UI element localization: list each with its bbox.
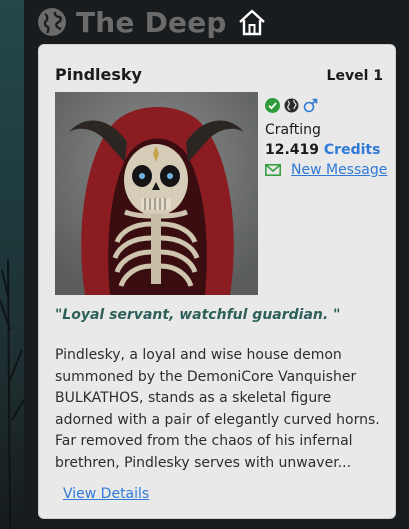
new-message-row: New Message	[265, 162, 395, 178]
character-name[interactable]: Pindlesky	[55, 65, 142, 84]
status-icons	[265, 96, 395, 114]
check-circle-icon	[265, 97, 280, 113]
character-card: Pindlesky Level 1 Crafting 12.419 Credit…	[38, 44, 396, 519]
character-description: Pindlesky, a loyal and wise house demon …	[55, 347, 380, 471]
credits-label[interactable]: Credits	[324, 142, 381, 158]
credits-display: 12.419 Credits	[265, 142, 395, 158]
home-icon[interactable]	[237, 7, 267, 37]
app-title: The Deep	[76, 5, 227, 39]
credits-amount: 12.419	[265, 142, 320, 158]
envelope-icon[interactable]	[265, 164, 281, 176]
activity-status: Crafting	[265, 122, 321, 138]
globe-icon[interactable]	[36, 6, 68, 38]
app-header: The Deep	[36, 4, 267, 40]
character-info: Crafting 12.419 Credits New Message	[265, 96, 395, 178]
globe-icon	[284, 98, 299, 113]
character-motto: "Loyal servant, watchful guardian. "	[55, 307, 341, 323]
new-message-link[interactable]: New Message	[291, 162, 387, 178]
background-scenery	[0, 0, 24, 529]
view-details-link[interactable]: View Details	[63, 486, 149, 502]
male-icon	[303, 98, 318, 113]
character-portrait[interactable]	[55, 92, 258, 295]
level-label: Level 1	[326, 68, 383, 84]
